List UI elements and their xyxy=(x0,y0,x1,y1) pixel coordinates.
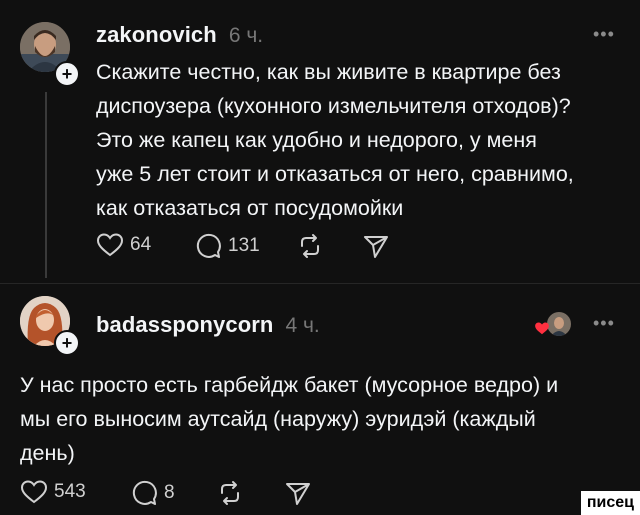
post-text: Скажите честно, как вы живите в квартире… xyxy=(96,55,632,225)
share-button[interactable] xyxy=(284,479,312,507)
heart-icon xyxy=(20,480,48,504)
text-line: мы его выносим аутсайд (наружу) эуридэй … xyxy=(20,407,536,431)
repost-button[interactable] xyxy=(296,232,324,260)
comment-icon xyxy=(196,233,221,258)
text-line: уже 5 лет стоит и отказаться от него, ср… xyxy=(96,162,574,186)
follow-plus-button[interactable]: + xyxy=(54,61,80,87)
more-icon[interactable]: ••• xyxy=(593,313,615,334)
text-line: день) xyxy=(20,441,75,465)
like-count: 543 xyxy=(54,481,86,502)
heart-icon xyxy=(535,322,549,335)
share-button[interactable] xyxy=(362,232,390,260)
like-button[interactable]: 64 xyxy=(96,232,151,258)
text-line: диспоузера (кухонного измельчителя отход… xyxy=(96,94,571,118)
follow-plus-button[interactable]: + xyxy=(54,330,80,356)
reply-button[interactable]: 131 xyxy=(194,232,260,260)
username[interactable]: zakonovich xyxy=(96,22,217,48)
like-button[interactable]: 543 xyxy=(20,479,86,505)
like-count: 64 xyxy=(130,234,152,255)
thread-line xyxy=(45,92,47,278)
reply-count: 8 xyxy=(164,482,175,503)
reply-count: 131 xyxy=(228,235,260,256)
comment-icon xyxy=(132,480,157,505)
post-time[interactable]: 6 ч. xyxy=(229,24,263,48)
text-line: Скажите честно, как вы живите в квартире… xyxy=(96,60,561,84)
share-icon xyxy=(364,236,388,258)
share-icon xyxy=(286,483,310,505)
heart-icon xyxy=(96,233,124,257)
repost-button[interactable] xyxy=(216,479,244,507)
liked-by-author-badge xyxy=(534,311,574,337)
reply-button[interactable]: 8 xyxy=(130,479,175,507)
repost-icon xyxy=(301,234,319,258)
post-time[interactable]: 4 ч. xyxy=(285,314,319,338)
text-line: У нас просто есть гарбейдж бакет (мусорн… xyxy=(20,373,559,397)
text-line: как отказаться от посудомойки xyxy=(96,196,404,220)
more-icon[interactable]: ••• xyxy=(593,24,615,45)
repost-icon xyxy=(221,481,239,505)
username[interactable]: badassponycorn xyxy=(96,312,273,338)
text-line: Это же капец как удобно и недорого, у ме… xyxy=(96,128,537,152)
watermark: писец xyxy=(580,491,640,515)
divider xyxy=(0,283,640,284)
post-text: У нас просто есть гарбейдж бакет (мусорн… xyxy=(20,368,630,470)
